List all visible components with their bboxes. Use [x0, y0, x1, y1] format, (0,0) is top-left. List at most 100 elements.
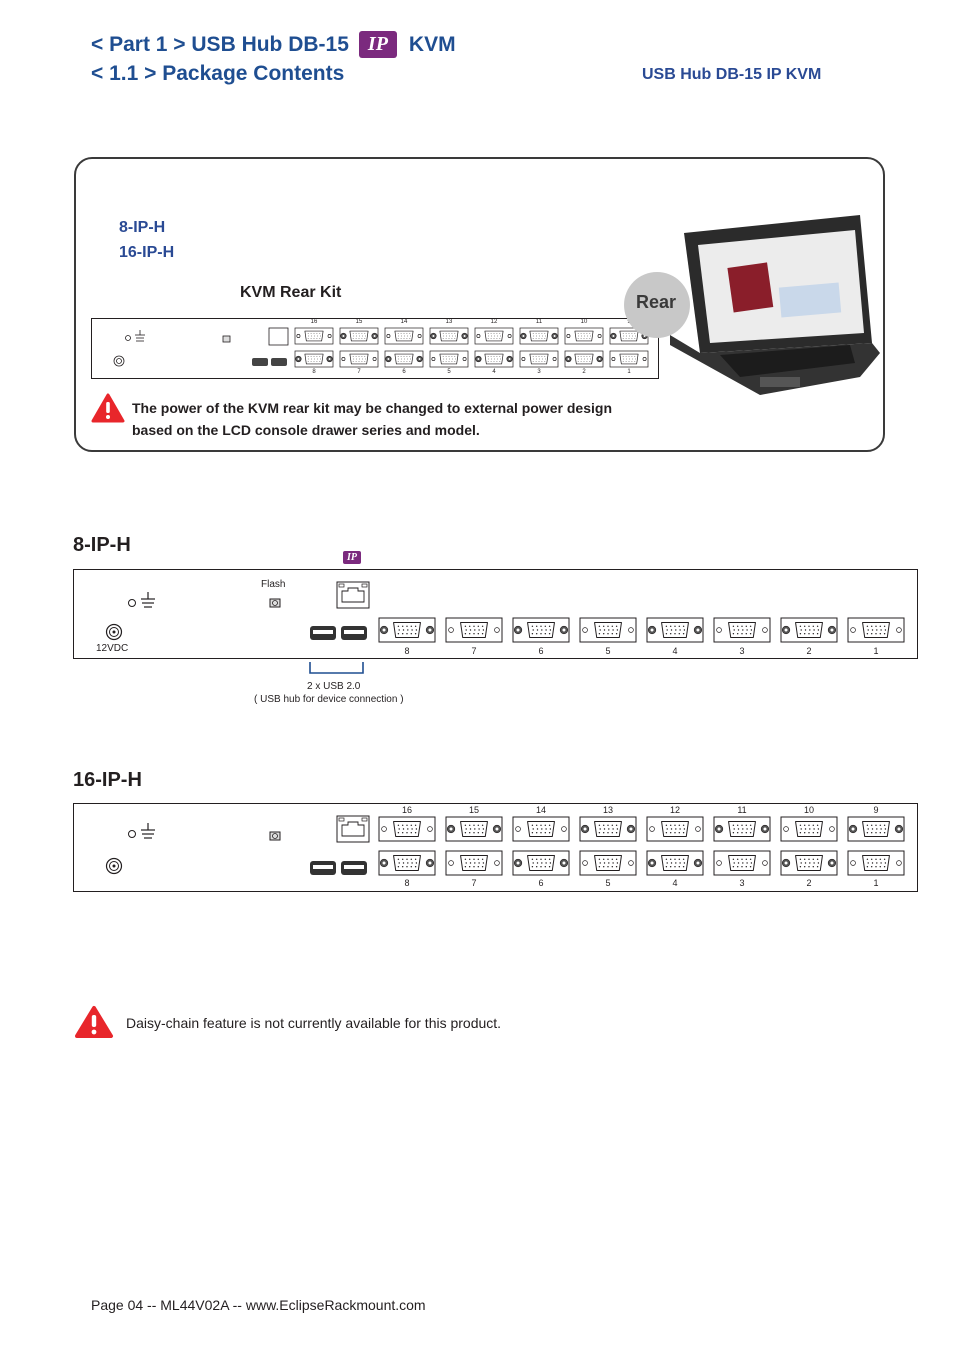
port-number-label: 3 [739, 646, 745, 656]
db15-port-icon [445, 617, 503, 643]
db15-port-icon [519, 350, 559, 368]
port-number-label: 10 [580, 319, 588, 325]
db15-port-icon [474, 327, 514, 345]
db15-port-icon [384, 350, 424, 368]
port-number-label: 5 [605, 878, 611, 888]
port-number-label: 7 [471, 646, 477, 656]
port-number-label: 15 [355, 319, 363, 325]
db15-port-icon [378, 816, 436, 842]
power-label: 12VDC [96, 643, 129, 654]
port-number-label: 6 [538, 646, 544, 656]
db15-port-icon [646, 850, 704, 876]
db15-port-icon [713, 617, 771, 643]
db15-port-icon [294, 327, 334, 345]
port-number-label: 11 [535, 319, 543, 325]
db15-port-icon [646, 617, 704, 643]
model-16-rear-panel: 16 15 14 13 12 11 10 9 8 7 6 5 4 3 2 1 [73, 803, 918, 892]
db15-port-icon [378, 617, 436, 643]
port-number-label: 12 [490, 319, 498, 325]
port-number-label: 4 [492, 369, 496, 375]
port-number-label: 7 [471, 878, 477, 888]
port-number-label: 13 [602, 805, 613, 815]
port-number-label: 13 [445, 319, 453, 325]
port-number-label: 3 [537, 369, 541, 375]
db15-port-icon [780, 850, 838, 876]
port-number-label: 2 [582, 369, 586, 375]
db15-port-icon [429, 327, 469, 345]
db15-port-icon [339, 350, 379, 368]
db15-port-icon [579, 617, 637, 643]
flash-button-icon [269, 598, 281, 608]
usb-port-icon [310, 861, 336, 875]
page-footer: Page 04 -- ML44V02A -- www.EclipseRackmo… [91, 1297, 426, 1313]
db15-port-icon [847, 816, 905, 842]
usb-port-icon [341, 626, 367, 640]
port-number-label: 11 [737, 805, 747, 815]
db15-port-icon [609, 350, 649, 368]
usb-port-icon [271, 358, 287, 366]
db15-port-icon [564, 350, 604, 368]
port-number-label: 1 [627, 369, 631, 375]
port-number-label: 7 [357, 369, 361, 375]
db15-port-icon [445, 816, 503, 842]
part-title-text: < Part 1 > USB Hub DB-15 [91, 32, 349, 56]
db15-port-icon [713, 816, 771, 842]
port-number-label: 16 [401, 805, 412, 815]
port-number-label: 9 [873, 805, 879, 815]
db15-port-icon [847, 617, 905, 643]
port-number-label: 4 [672, 878, 678, 888]
port-number-label: 5 [447, 369, 451, 375]
db15-port-icon [579, 816, 637, 842]
power-jack-icon [113, 355, 125, 367]
db15-port-icon [339, 327, 379, 345]
port-number-label: 14 [400, 319, 408, 325]
part-title: < Part 1 > USB Hub DB-15 IP KVM [91, 31, 456, 58]
port-number-label: 4 [672, 646, 678, 656]
ethernet-port-icon [336, 815, 370, 843]
ip-badge-icon: IP [343, 551, 361, 564]
ground-icon [125, 330, 145, 342]
port-number-label: 6 [402, 369, 406, 375]
port-number-label: 15 [468, 805, 479, 815]
db15-port-icon [378, 850, 436, 876]
port-number-label: 8 [404, 878, 410, 888]
model-label-16: 16-IP-H [119, 244, 175, 261]
port-number-label: 8 [312, 369, 316, 375]
port-number-label: 6 [538, 878, 544, 888]
ip-badge-icon: IP [358, 31, 397, 58]
kit-title: KVM Rear Kit [240, 284, 342, 301]
db15-port-icon [780, 617, 838, 643]
port-number-label: 12 [669, 805, 680, 815]
usb-bracket [309, 662, 364, 674]
db15-port-icon [579, 850, 637, 876]
model-8-rear-panel: Flash 12VDC 8 7 6 5 4 3 2 1 [73, 569, 918, 659]
port-number-label: 1 [873, 646, 879, 656]
warning-text-line1: The power of the KVM rear kit may be cha… [132, 400, 612, 416]
ground-icon [128, 592, 155, 608]
db15-port-icon [294, 350, 334, 368]
flash-button-icon [269, 831, 281, 841]
model-16-title: 16-IP-H [73, 769, 142, 791]
kit-rear-panel-diagram: 16151413121110987654321 [91, 318, 659, 379]
usb-port-icon [252, 358, 268, 366]
part-title-suffix: KVM [408, 32, 456, 56]
db15-port-icon [445, 850, 503, 876]
flash-label: Flash [261, 579, 286, 590]
ground-icon [128, 823, 155, 839]
db15-port-icon [847, 850, 905, 876]
db15-port-icon [512, 850, 570, 876]
db15-port-icon [429, 350, 469, 368]
db15-port-icon [384, 327, 424, 345]
port-number-label: 1 [873, 878, 879, 888]
usb-port-icon [341, 861, 367, 875]
power-jack-icon [105, 857, 123, 875]
db15-port-icon [474, 350, 514, 368]
port-number-label: 2 [806, 878, 812, 888]
db15-port-icon [512, 617, 570, 643]
db15-port-icon [646, 816, 704, 842]
ethernet-port-icon [268, 327, 289, 346]
db15-port-icon [519, 327, 559, 345]
port-number-label: 14 [535, 805, 546, 815]
port-number-label: 8 [404, 646, 410, 656]
db15-port-icon [512, 816, 570, 842]
